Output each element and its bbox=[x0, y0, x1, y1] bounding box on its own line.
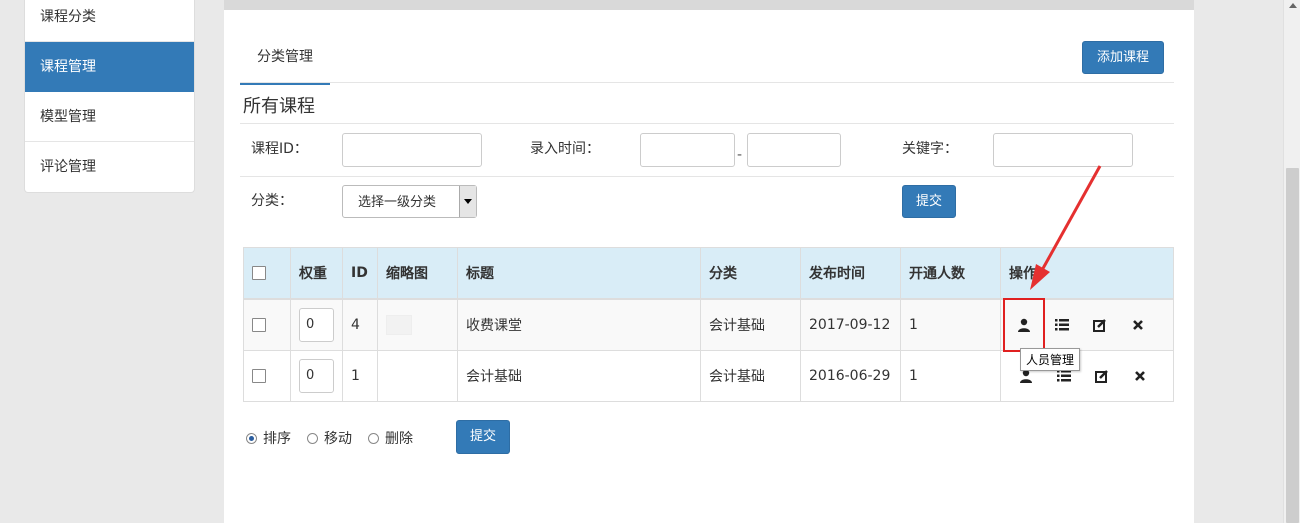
date-cell: 2016-06-29 bbox=[800, 349, 901, 402]
course-id-input[interactable] bbox=[342, 133, 482, 167]
close-icon bbox=[1133, 319, 1143, 330]
scrollbar[interactable] bbox=[1283, 0, 1300, 523]
sidebar: 课程分类 课程管理 模型管理 评论管理 bbox=[24, 0, 195, 193]
table-row: 0 4 收费课堂 会计基础 2017-09-12 1 bbox=[243, 297, 1174, 352]
sidebar-item-model-management[interactable]: 模型管理 bbox=[25, 92, 194, 142]
course-table: 权重 ID 缩略图 标题 分类 发布时间 开通人数 操作 0 4 收费课堂 会计… bbox=[243, 247, 1174, 402]
select-all-checkbox[interactable] bbox=[252, 265, 266, 280]
divider bbox=[240, 176, 1174, 177]
main-panel: 分类管理 添加课程 所有课程 课程ID： 录入时间： - 关键字： 分类： 选择… bbox=[224, 10, 1194, 523]
id-cell: 1 bbox=[342, 349, 378, 402]
row-actions bbox=[1003, 297, 1165, 352]
radio-button[interactable] bbox=[307, 432, 318, 444]
column-header: 缩略图 bbox=[377, 247, 458, 300]
category-cell: 会计基础 bbox=[700, 349, 801, 402]
user-icon bbox=[1018, 318, 1030, 332]
category-select-value: 选择一级分类 bbox=[358, 195, 437, 210]
user-management-button[interactable] bbox=[1003, 297, 1045, 352]
column-header: ID bbox=[342, 247, 378, 300]
entry-time-end-input[interactable] bbox=[747, 133, 841, 167]
radio-label: 排序 bbox=[263, 431, 291, 447]
page-title: 所有课程 bbox=[243, 96, 315, 117]
list-icon bbox=[1055, 318, 1069, 330]
date-cell: 2017-09-12 bbox=[800, 298, 901, 351]
thumbnail-image bbox=[386, 314, 412, 335]
sidebar-item-course-management[interactable]: 课程管理 bbox=[25, 42, 194, 92]
column-header: 权重 bbox=[290, 247, 343, 300]
sidebar-item-label: 课程管理 bbox=[40, 59, 96, 75]
table-header-row: 权重 ID 缩略图 标题 分类 发布时间 开通人数 操作 bbox=[243, 247, 1174, 300]
category-cell: 会计基础 bbox=[700, 298, 801, 351]
edit-button[interactable] bbox=[1081, 307, 1119, 343]
radio-move[interactable]: 移动 bbox=[307, 428, 352, 448]
row-checkbox[interactable] bbox=[252, 317, 266, 332]
delete-button[interactable] bbox=[1119, 307, 1157, 343]
id-cell: 4 bbox=[342, 298, 378, 351]
divider bbox=[240, 123, 1174, 124]
row-checkbox[interactable] bbox=[252, 368, 266, 383]
count-cell: 1 bbox=[900, 298, 1001, 351]
radio-button[interactable] bbox=[368, 432, 379, 444]
column-header: 分类 bbox=[700, 247, 801, 300]
column-header: 开通人数 bbox=[900, 247, 1001, 300]
sidebar-item-label: 课程分类 bbox=[40, 9, 96, 25]
top-bar bbox=[224, 0, 1194, 10]
radio-label: 移动 bbox=[324, 431, 352, 447]
sidebar-item-label: 评论管理 bbox=[40, 159, 96, 175]
range-dash: - bbox=[737, 147, 743, 163]
delete-button[interactable] bbox=[1121, 358, 1159, 394]
count-cell: 1 bbox=[900, 349, 1001, 402]
column-header: 发布时间 bbox=[800, 247, 901, 300]
bulk-submit-button[interactable]: 提交 bbox=[456, 420, 510, 454]
tooltip: 人员管理 bbox=[1020, 348, 1081, 371]
category-select[interactable]: 选择一级分类 bbox=[342, 185, 477, 218]
title-cell: 收费课堂 bbox=[457, 298, 701, 351]
radio-sort[interactable]: 排序 bbox=[246, 428, 291, 448]
course-id-label: 课程ID： bbox=[251, 141, 308, 157]
sidebar-item-label: 模型管理 bbox=[40, 109, 96, 125]
scrollbar-thumb[interactable] bbox=[1286, 168, 1299, 523]
sidebar-item-comment-management[interactable]: 评论管理 bbox=[25, 142, 194, 192]
chevron-down-icon[interactable] bbox=[459, 186, 476, 217]
keyword-label: 关键字： bbox=[902, 141, 958, 157]
title-cell: 会计基础 bbox=[457, 349, 701, 402]
radio-label: 删除 bbox=[385, 431, 413, 447]
list-button[interactable] bbox=[1043, 307, 1081, 343]
edit-button[interactable] bbox=[1083, 358, 1121, 394]
category-label: 分类： bbox=[251, 193, 293, 209]
bulk-action-options: 排序 移动 删除 bbox=[246, 428, 429, 448]
radio-delete[interactable]: 删除 bbox=[368, 428, 413, 448]
tab-divider bbox=[240, 82, 1174, 83]
edit-icon bbox=[1093, 318, 1106, 332]
keyword-input[interactable] bbox=[993, 133, 1133, 167]
entry-time-label: 录入时间： bbox=[530, 141, 600, 157]
weight-input[interactable]: 0 bbox=[299, 307, 334, 342]
radio-button[interactable] bbox=[246, 432, 257, 444]
entry-time-start-input[interactable] bbox=[640, 133, 735, 167]
weight-input[interactable]: 0 bbox=[299, 358, 334, 393]
list-icon bbox=[1057, 369, 1071, 381]
scroll-up-icon[interactable] bbox=[1284, 0, 1300, 12]
edit-icon bbox=[1095, 369, 1108, 383]
tab-category-management[interactable]: 分类管理 bbox=[240, 42, 330, 85]
close-icon bbox=[1135, 370, 1145, 381]
column-header: 操作 bbox=[1000, 247, 1174, 300]
add-course-button[interactable]: 添加课程 bbox=[1082, 41, 1164, 74]
filter-submit-button[interactable]: 提交 bbox=[902, 185, 956, 218]
column-header: 标题 bbox=[457, 247, 701, 300]
sidebar-item-course-category[interactable]: 课程分类 bbox=[25, 0, 194, 42]
